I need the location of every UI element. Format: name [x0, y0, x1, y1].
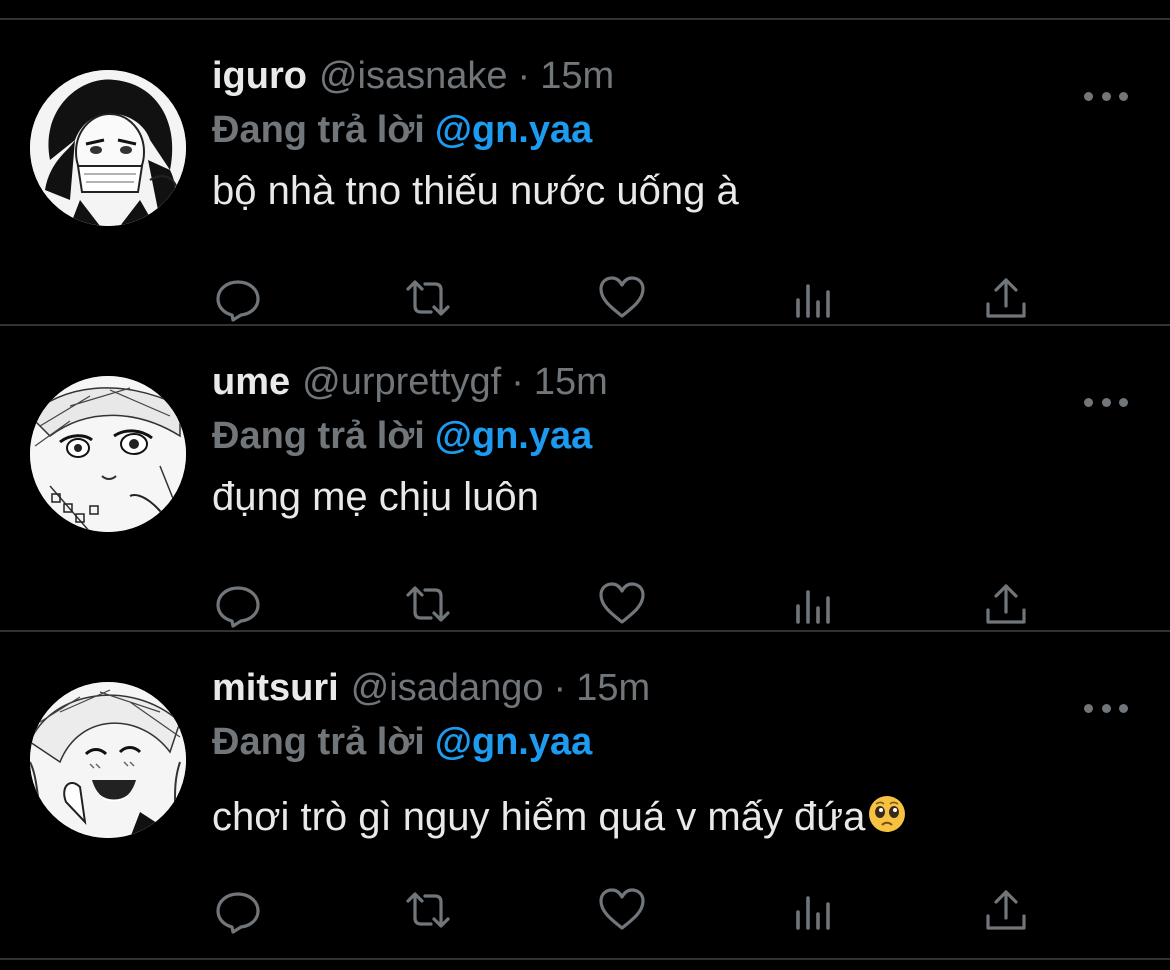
separator-dot: · [517, 55, 531, 97]
views-icon[interactable] [788, 884, 840, 936]
tweet-text-content: chơi trò gì nguy hiểm quá v mấy đứa [212, 795, 866, 839]
avatar-ume[interactable] [30, 376, 186, 532]
like-icon[interactable] [596, 578, 648, 630]
display-name[interactable]: iguro [212, 54, 307, 98]
user-handle[interactable]: @isadango [351, 666, 544, 710]
tweet-ume[interactable]: ume @urprettygf · 15m Đang trả lời @gn.ya… [0, 326, 1170, 630]
timestamp[interactable]: 15m [540, 54, 614, 98]
user-handle[interactable]: @urprettygf [302, 360, 501, 404]
separator-dot: · [553, 667, 567, 709]
tweet-header: ume @urprettygf · 15m [212, 360, 608, 404]
tweet-header: iguro @isasnake · 15m [212, 54, 614, 98]
reply-icon[interactable] [212, 578, 264, 630]
tweet-mitsuri[interactable]: mitsuri @isadango · 15m Đang trả lời @gn.… [0, 632, 1170, 936]
reply-mention-link[interactable]: @gn.yaa [435, 721, 592, 763]
replying-to: Đang trả lời @gn.yaa [212, 107, 592, 153]
like-icon[interactable] [596, 884, 648, 936]
more-options-icon[interactable] [1084, 394, 1128, 410]
tweet-text: đụng mẹ chịu luôn [212, 475, 539, 519]
timestamp[interactable]: 15m [576, 666, 650, 710]
reply-mention-link[interactable]: @gn.yaa [435, 415, 592, 457]
avatar-iguro[interactable] [30, 70, 186, 226]
views-icon[interactable] [788, 272, 840, 324]
divider [0, 958, 1170, 960]
retweet-icon[interactable] [402, 578, 454, 630]
reply-icon[interactable] [212, 884, 264, 936]
tweet-text: bộ nhà tno thiếu nước uống à [212, 169, 739, 213]
pleading-face-emoji [867, 794, 907, 846]
views-icon[interactable] [788, 578, 840, 630]
reply-icon[interactable] [212, 272, 264, 324]
timestamp[interactable]: 15m [534, 360, 608, 404]
tweet-iguro[interactable]: iguro @isasnake · 15m Đang trả lời @gn.ya… [0, 20, 1170, 324]
display-name[interactable]: ume [212, 360, 290, 404]
like-icon[interactable] [596, 272, 648, 324]
replying-to: Đang trả lời @gn.yaa [212, 719, 592, 765]
display-name[interactable]: mitsuri [212, 666, 339, 710]
share-icon[interactable] [980, 578, 1032, 630]
tweet-actions [212, 578, 1042, 630]
more-options-icon[interactable] [1084, 88, 1128, 104]
avatar-mitsuri[interactable] [30, 682, 186, 838]
tweet-header: mitsuri @isadango · 15m [212, 666, 650, 710]
reply-timeline: iguro @isasnake · 15m Đang trả lời @gn.ya… [0, 0, 1170, 970]
user-handle[interactable]: @isasnake [319, 54, 508, 98]
retweet-icon[interactable] [402, 884, 454, 936]
retweet-icon[interactable] [402, 272, 454, 324]
reply-mention-link[interactable]: @gn.yaa [435, 109, 592, 151]
tweet-text: chơi trò gì nguy hiểm quá v mấy đứa [212, 792, 907, 842]
replying-to-label: Đang trả lời [212, 415, 425, 457]
replying-to-label: Đang trả lời [212, 109, 425, 151]
share-icon[interactable] [980, 272, 1032, 324]
replying-to: Đang trả lời @gn.yaa [212, 413, 592, 459]
tweet-actions [212, 272, 1042, 324]
replying-to-label: Đang trả lời [212, 721, 425, 763]
separator-dot: · [511, 361, 524, 403]
tweet-actions [212, 884, 1042, 936]
more-options-icon[interactable] [1084, 700, 1128, 716]
share-icon[interactable] [980, 884, 1032, 936]
